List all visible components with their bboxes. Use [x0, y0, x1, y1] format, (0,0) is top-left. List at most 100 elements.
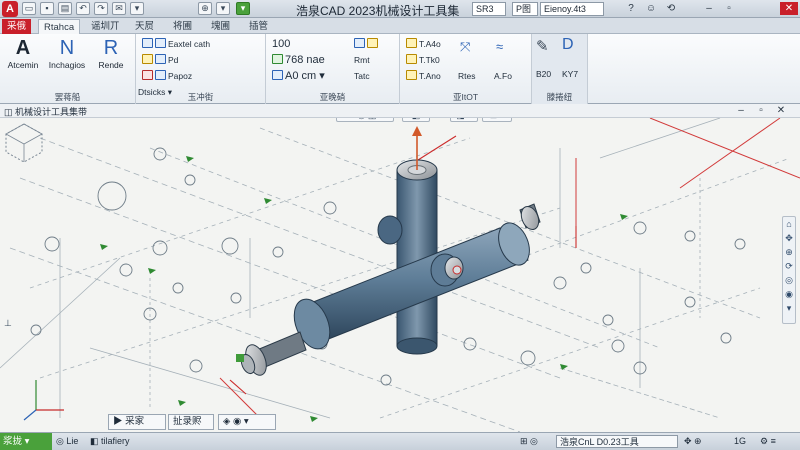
- redo-icon[interactable]: ↷: [94, 2, 108, 15]
- rmt-button[interactable]: Rmt: [354, 54, 370, 67]
- undo-icon[interactable]: ↶: [76, 2, 90, 15]
- t-a4o-button[interactable]: T.A4o: [406, 38, 441, 51]
- text-tool-button[interactable]: A Atcemin: [6, 36, 40, 80]
- open-icon[interactable]: ▾: [130, 2, 144, 15]
- polyline-icon[interactable]: D: [562, 37, 574, 53]
- tab-home[interactable]: Rtahca: [38, 19, 81, 34]
- t-tk0-button[interactable]: T.Tk0: [406, 54, 440, 67]
- drawing-title: ◫ 机械设计工具集带: [4, 107, 88, 117]
- print-icon[interactable]: ▤: [58, 2, 72, 15]
- doc-close-icon[interactable]: ✕: [772, 104, 790, 117]
- tab-manage[interactable]: 塊圃: [206, 19, 235, 34]
- status-icons[interactable]: ✥ ⊕: [684, 435, 702, 448]
- status-settings-icon[interactable]: ⚙ ≡: [760, 435, 776, 448]
- help-icon[interactable]: ?: [622, 2, 640, 15]
- navigation-bar: ⌂ ✥ ⊕ ⟳ ◎ ◉ ▾: [782, 216, 796, 324]
- status-bar: 浆拢 ▾ ◎ Lie ◧ tilafiery ⊞ ◎ 浩泉CnL D0.23工具…: [0, 432, 800, 450]
- doc-minimize-icon[interactable]: –: [732, 104, 750, 117]
- tab-layout[interactable]: 扯录赆: [168, 414, 214, 430]
- tab-file[interactable]: 采俄: [2, 19, 32, 34]
- text-a-icon: A: [15, 37, 31, 59]
- n-icon: N: [59, 37, 75, 59]
- dimension-icon[interactable]: ⤧: [460, 40, 470, 53]
- layer-unit[interactable]: A0 cm ▾: [272, 70, 325, 83]
- pencil-icon[interactable]: ✎: [536, 39, 549, 54]
- left-ruler-marker: ⊥: [4, 318, 12, 328]
- close-icon[interactable]: ✕: [780, 2, 798, 15]
- tab-model[interactable]: ▶ 采家: [108, 414, 166, 430]
- status-item-lie[interactable]: ◎ Lie: [56, 435, 78, 448]
- grid-toggle-icon[interactable]: ⊞ ◎: [520, 435, 538, 448]
- drawing-tab-strip: ◫ 机械设计工具集带 – ▫ ✕: [0, 104, 800, 118]
- save-icon[interactable]: ▪: [40, 2, 54, 15]
- button-label: Rende: [98, 60, 124, 70]
- nav-home-icon[interactable]: ⌂: [783, 217, 795, 231]
- ribbon-group-tools: ✎ D B20 KY7 滕捲纽: [532, 34, 588, 104]
- user-icon[interactable]: ☺: [642, 2, 660, 15]
- viewcube-icon[interactable]: [0, 118, 48, 166]
- share-icon[interactable]: ✉: [112, 2, 126, 15]
- pd-button[interactable]: Pd: [142, 54, 178, 67]
- tab-output[interactable]: 插管: [244, 19, 273, 34]
- render-button[interactable]: R Rende: [94, 36, 128, 80]
- ky7-button[interactable]: KY7: [562, 68, 578, 81]
- status-ready[interactable]: 浆拢 ▾: [0, 433, 52, 450]
- dropdown-icon[interactable]: ▾: [216, 2, 230, 15]
- leader-icon[interactable]: ≈: [496, 40, 503, 53]
- app-menu-button[interactable]: A: [2, 1, 18, 17]
- papoz-button[interactable]: Papoz: [142, 70, 192, 83]
- layer-props-icon[interactable]: [354, 38, 380, 51]
- tatc-button[interactable]: Tatc: [354, 70, 370, 83]
- tab-annotate[interactable]: 天屃: [130, 19, 159, 34]
- nav-more-icon[interactable]: ▾: [783, 301, 795, 315]
- cad-model[interactable]: [236, 126, 542, 378]
- drawing-viewport[interactable]: ▭ ◉ ◱ ▾ ◧ ◨ ▾ ⊞ ▾ ⌂ ✥ ⊕ ⟳ ◎ ◉ ▾ ⊥: [0, 118, 800, 432]
- folder-icon[interactable]: ▭: [22, 2, 36, 15]
- status-value[interactable]: 1G: [734, 435, 746, 448]
- status-coords[interactable]: 浩泉CnL D0.23工具: [556, 435, 678, 448]
- tab-insert[interactable]: 谣圳丌: [86, 19, 125, 34]
- sync-icon[interactable]: ⟲: [662, 2, 680, 15]
- view-style-dropdown[interactable]: ▭ ◉ ◱ ▾: [336, 118, 394, 122]
- search-field[interactable]: Eienoy.4t3: [540, 2, 604, 16]
- ribbon-group-draw: A Atcemin N Inchagios R Rende 罢蒋船: [0, 34, 136, 104]
- sketch-circles: [30, 147, 746, 386]
- run-icon[interactable]: ▾: [236, 2, 250, 15]
- rtes-button[interactable]: Rtes: [458, 70, 475, 83]
- drawing-canvas[interactable]: [0, 118, 800, 432]
- inchangios-button[interactable]: N Inchagios: [49, 36, 85, 80]
- nav-orbit-icon[interactable]: ⟳: [783, 259, 795, 273]
- view-pan-icon[interactable]: ◧: [402, 118, 430, 122]
- extend-button[interactable]: Eaxtel cath: [142, 38, 210, 51]
- tab-tools[interactable]: ◈ ◉ ▾: [218, 414, 276, 430]
- nav-pan-icon[interactable]: ✥: [783, 231, 795, 245]
- nav-look-icon[interactable]: ◉: [783, 287, 795, 301]
- afo-button[interactable]: A.Fo: [494, 70, 512, 83]
- nav-steer-icon[interactable]: ◎: [783, 273, 795, 287]
- tab-view[interactable]: 将圃: [168, 19, 197, 34]
- t-ano-button[interactable]: T.Ano: [406, 70, 441, 83]
- window-title: 浩泉CAD 2023机械设计工具集: [296, 4, 460, 18]
- cad-window: A ▭ ▪ ▤ ↶ ↷ ✉ ▾ ⊕ ▾ ▾ 浩泉CAD 2023机械设计工具集 …: [0, 0, 800, 450]
- ribbon-group-annotation: T.A4o T.Tk0 T.Ano Rtes A.Fo ⤧ ≈ 亚ItOT: [400, 34, 532, 104]
- restore-icon[interactable]: ▫: [720, 2, 738, 15]
- group-label: 玉冲街: [187, 92, 214, 102]
- title-bar: A ▭ ▪ ▤ ↶ ↷ ✉ ▾ ⊕ ▾ ▾ 浩泉CAD 2023机械设计工具集 …: [0, 0, 800, 18]
- ribbon-panel: A Atcemin N Inchagios R Rende 罢蒋船 Eaxtel…: [0, 34, 800, 104]
- workspace-field[interactable]: SR3: [472, 2, 506, 16]
- nav-zoom-icon[interactable]: ⊕: [783, 245, 795, 259]
- layer-size[interactable]: 768 nae: [272, 54, 325, 67]
- view-zoom-icon[interactable]: ◨ ▾: [450, 118, 478, 122]
- ucs-icon: [23, 380, 64, 421]
- view-orbit-icon[interactable]: ⊞ ▾: [482, 118, 512, 122]
- status-item-layer[interactable]: ◧ tilafiery: [90, 435, 130, 448]
- ribbon-group-layers: 100 768 nae A0 cm ▾ Rmt Tatc 亚晚硝: [266, 34, 400, 104]
- b20-button[interactable]: B20: [536, 68, 551, 81]
- search-scope-field[interactable]: P图: [512, 2, 538, 16]
- group-label: 亚晚硝: [319, 92, 346, 102]
- button-label: Inchagios: [48, 60, 86, 70]
- doc-restore-icon[interactable]: ▫: [752, 104, 770, 117]
- layer-value[interactable]: 100: [272, 38, 290, 51]
- pan-icon[interactable]: ⊕: [198, 2, 212, 15]
- minimize-icon[interactable]: –: [700, 2, 718, 15]
